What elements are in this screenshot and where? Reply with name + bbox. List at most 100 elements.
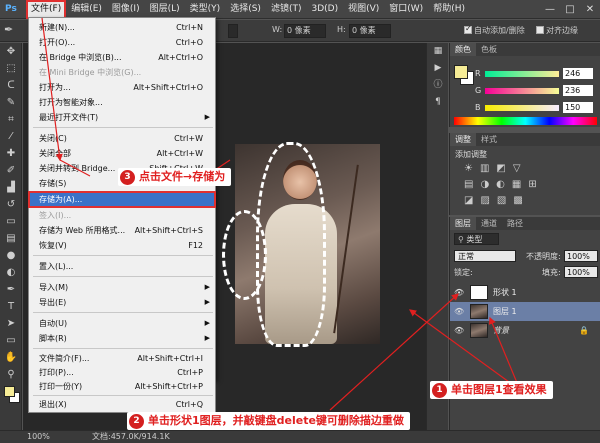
tab-adjustments[interactable]: 调整	[450, 133, 476, 146]
menu-view[interactable]: 视图(V)	[343, 0, 384, 19]
history-brush-tool-icon[interactable]: ↺	[0, 196, 22, 213]
healing-brush-tool-icon[interactable]: ✚	[0, 145, 22, 162]
menu-item-exit[interactable]: 退出(X) Ctrl+Q	[29, 397, 215, 411]
step-number-badge: 3	[120, 170, 135, 185]
menu-item-save-as[interactable]: 存储为(A)...	[28, 191, 216, 208]
red-slider[interactable]	[485, 71, 559, 77]
height-field[interactable]: 0 像素	[349, 24, 391, 38]
tab-swatches[interactable]: 色板	[476, 43, 502, 56]
blur-tool-icon[interactable]: ●	[0, 247, 22, 264]
align-edges-checkbox[interactable]	[536, 26, 544, 34]
zoom-tool-icon[interactable]: ⚲	[0, 366, 22, 383]
blend-mode-select[interactable]: 正常	[454, 250, 516, 262]
auto-add-delete-option[interactable]: 自动添加/删除	[464, 24, 525, 36]
menu-image[interactable]: 图像(I)	[107, 0, 145, 19]
green-value-field[interactable]: 236	[563, 85, 593, 96]
brush-tool-icon[interactable]: ✐	[0, 162, 22, 179]
red-value-field[interactable]: 246	[563, 68, 593, 79]
close-button[interactable]: ✕	[580, 0, 600, 19]
menu-item-print-one-copy[interactable]: 打印一份(Y) Alt+Shift+Ctrl+P	[29, 379, 215, 393]
layer-row-layer1[interactable]: 👁 图层 1	[450, 302, 600, 321]
panel-foreground-swatch[interactable]	[454, 65, 468, 79]
adjustment-icons-row-2[interactable]: ▤◑◐▦⊞	[464, 179, 544, 190]
pen-tool-icon[interactable]: ✒	[4, 23, 13, 36]
menu-item-automate[interactable]: 自动(U) ▶	[29, 316, 215, 331]
menu-layer[interactable]: 图层(L)	[145, 0, 185, 19]
color-spectrum-bar[interactable]	[454, 117, 597, 125]
shape-mode-select[interactable]	[228, 24, 238, 38]
menu-item-close[interactable]: 关闭(C) Ctrl+W	[29, 131, 215, 146]
menu-filter[interactable]: 滤镜(T)	[266, 0, 307, 19]
menu-item-revert[interactable]: 恢复(V) F12	[29, 238, 215, 253]
visibility-eye-icon[interactable]: 👁	[454, 302, 466, 321]
color-swatches[interactable]	[0, 383, 22, 407]
width-field[interactable]: 0 像素	[284, 24, 326, 38]
info-panel-icon[interactable]: ⓘ	[427, 77, 449, 94]
visibility-eye-icon[interactable]: 👁	[454, 283, 466, 302]
tab-paths[interactable]: 路径	[502, 217, 528, 230]
maximize-button[interactable]: □	[560, 0, 580, 19]
adjustment-icons-row-1[interactable]: ☀▥◩▽	[464, 163, 528, 174]
actions-panel-icon[interactable]: ▶	[427, 60, 449, 77]
eyedropper-tool-icon[interactable]: ⁄	[0, 128, 22, 145]
dodge-tool-icon[interactable]: ◐	[0, 264, 22, 281]
menu-item-scripts[interactable]: 脚本(R) ▶	[29, 331, 215, 346]
gradient-tool-icon[interactable]: ▤	[0, 230, 22, 247]
tab-color[interactable]: 颜色	[450, 43, 476, 56]
layer-row-background[interactable]: 👁 背景 🔒	[450, 321, 600, 340]
menu-file[interactable]: 文件(F)	[26, 0, 67, 19]
document-info[interactable]: 文档:457.0K/914.1K	[92, 431, 170, 443]
shape-tool-icon[interactable]: ▭	[0, 332, 22, 349]
foreground-color-swatch[interactable]	[4, 386, 15, 397]
menu-item-open-as[interactable]: 打开为... Alt+Shift+Ctrl+O	[29, 80, 215, 95]
menu-item-print[interactable]: 打印(P)... Ctrl+P	[29, 365, 215, 379]
type-tool-icon[interactable]: T	[0, 298, 22, 315]
auto-add-delete-checkbox[interactable]	[464, 24, 472, 34]
blue-value-field[interactable]: 150	[563, 102, 593, 113]
file-menu-dropdown: 新建(N)... Ctrl+N 打开(O)... Ctrl+O 在 Bridge 中…	[28, 17, 216, 380]
align-edges-option[interactable]: 对齐边缘	[536, 25, 578, 36]
quick-select-tool-icon[interactable]: ✎	[0, 94, 22, 111]
history-panel-icon[interactable]: ▦	[427, 43, 449, 60]
minimize-button[interactable]: —	[540, 0, 560, 19]
menu-item-open[interactable]: 打开(O)... Ctrl+O	[29, 35, 215, 50]
opacity-field[interactable]: 100%	[564, 250, 598, 262]
menu-select[interactable]: 选择(S)	[225, 0, 266, 19]
green-slider[interactable]	[485, 88, 559, 94]
zoom-level[interactable]: 100%	[27, 431, 50, 443]
menu-item-save-for-web[interactable]: 存储为 Web 所用格式... Alt+Shift+Ctrl+S	[29, 223, 215, 238]
menu-item-recent-files[interactable]: 最近打开文件(T) ▶	[29, 110, 215, 125]
marquee-tool-icon[interactable]: ⬚	[0, 60, 22, 77]
menu-3d[interactable]: 3D(D)	[306, 0, 343, 19]
clone-stamp-tool-icon[interactable]: ▟	[0, 179, 22, 196]
tab-styles[interactable]: 样式	[476, 133, 502, 146]
menu-item-open-smart-object[interactable]: 打开为智能对象...	[29, 95, 215, 110]
menu-item-close-all[interactable]: 关闭全部 Alt+Ctrl+W	[29, 146, 215, 161]
fill-field[interactable]: 100%	[564, 266, 598, 278]
paragraph-panel-icon[interactable]: ¶	[427, 94, 449, 111]
menu-item-place[interactable]: 置入(L)...	[29, 259, 215, 274]
pen-tool-icon[interactable]: ✒	[0, 281, 22, 298]
layer-kind-filter[interactable]: ⚲ 类型	[454, 233, 499, 245]
menu-item-export[interactable]: 导出(E) ▶	[29, 295, 215, 310]
hand-tool-icon[interactable]: ✋	[0, 349, 22, 366]
visibility-eye-icon[interactable]: 👁	[454, 321, 466, 340]
adjustment-icons-row-3[interactable]: ◪▨▧▩	[464, 195, 530, 206]
menu-item-browse-bridge[interactable]: 在 Bridge 中浏览(B)... Alt+Ctrl+O	[29, 50, 215, 65]
eraser-tool-icon[interactable]: ▭	[0, 213, 22, 230]
tab-channels[interactable]: 通道	[476, 217, 502, 230]
lasso-tool-icon[interactable]: ᑕ	[0, 77, 22, 94]
layer-row-shape1[interactable]: 👁 形状 1	[450, 283, 600, 302]
menu-help[interactable]: 帮助(H)	[428, 0, 470, 19]
blue-slider[interactable]	[485, 105, 559, 111]
crop-tool-icon[interactable]: ⌗	[0, 111, 22, 128]
menu-type[interactable]: 类型(Y)	[185, 0, 226, 19]
path-select-tool-icon[interactable]: ➤	[0, 315, 22, 332]
menu-edit[interactable]: 编辑(E)	[66, 0, 107, 19]
menu-item-new[interactable]: 新建(N)... Ctrl+N	[29, 20, 215, 35]
menu-item-file-info[interactable]: 文件简介(F)... Alt+Shift+Ctrl+I	[29, 351, 215, 365]
move-tool-icon[interactable]: ✥	[0, 43, 22, 60]
menu-item-import[interactable]: 导入(M) ▶	[29, 280, 215, 295]
menu-window[interactable]: 窗口(W)	[384, 0, 428, 19]
tab-layers[interactable]: 图层	[450, 217, 476, 230]
